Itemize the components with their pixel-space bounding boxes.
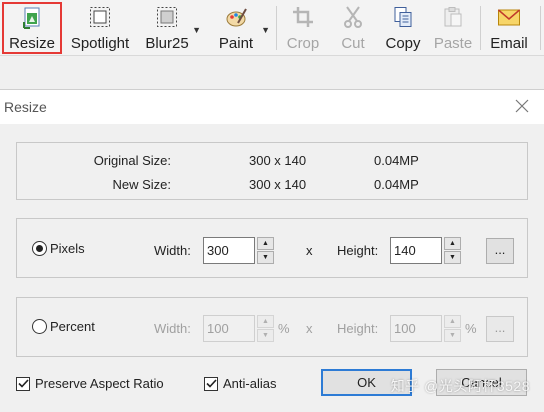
new-size-label: New Size: — [112, 177, 171, 192]
copy-icon — [391, 5, 415, 29]
toolbar-blur-button[interactable]: Blur25 ▼ — [143, 2, 201, 54]
spotlight-icon — [88, 5, 112, 29]
checkmark-icon[interactable] — [204, 376, 218, 391]
size-info-panel: Original Size: 300 x 140 0.04MP New Size… — [16, 142, 528, 200]
percent-width-label: Width: — [154, 321, 191, 336]
toolbar-label: Paint — [218, 35, 254, 52]
chevron-down-icon[interactable]: ▼ — [261, 25, 270, 35]
toolbar-spotlight-button[interactable]: Spotlight — [64, 2, 136, 54]
toolbar-email-button[interactable]: Email — [488, 2, 530, 54]
percent-width-stepper[interactable]: ▲ ▼ — [257, 315, 274, 342]
email-icon — [497, 5, 521, 29]
dialog-title: Resize — [4, 99, 47, 115]
pixels-width-stepper[interactable]: ▲ ▼ — [257, 237, 274, 264]
toolbar-label: Crop — [286, 35, 320, 52]
preserve-aspect-label: Preserve Aspect Ratio — [35, 376, 164, 391]
pixels-radio[interactable]: Pixels — [32, 241, 85, 256]
toolbar-copy-button[interactable]: Copy — [382, 2, 424, 54]
crop-icon — [291, 5, 315, 29]
resize-icon — [20, 7, 44, 29]
pixels-height-stepper[interactable]: ▲ ▼ — [444, 237, 461, 264]
percent-height-stepper[interactable]: ▲ ▼ — [444, 315, 461, 342]
paint-icon — [224, 5, 248, 29]
percent-height-label: Height: — [337, 321, 379, 336]
original-size-label: Original Size: — [93, 153, 171, 168]
chevron-down-icon[interactable]: ▼ — [192, 25, 201, 35]
radio-button[interactable] — [32, 241, 47, 256]
toolbar-label: Paste — [433, 35, 473, 52]
checkmark-icon[interactable] — [16, 376, 30, 391]
spin-down-icon[interactable]: ▼ — [444, 251, 461, 264]
pixels-times-sign: x — [306, 243, 313, 258]
preserve-aspect-checkbox[interactable]: Preserve Aspect Ratio — [16, 376, 164, 391]
toolbar-cut-button[interactable]: Cut — [337, 2, 369, 54]
close-icon[interactable] — [512, 96, 532, 116]
paste-icon — [441, 5, 465, 29]
toolbar-label: Email — [490, 35, 528, 52]
toolbar-crop-button[interactable]: Crop — [284, 2, 322, 54]
spin-down-icon[interactable]: ▼ — [257, 251, 274, 264]
pixels-width-input[interactable] — [203, 237, 255, 264]
percent-width-unit: % — [278, 321, 290, 336]
pixels-height-input[interactable] — [390, 237, 442, 264]
toolbar: Resize Spotlight Blur25 ▼ Paint ▼ Crop C… — [0, 0, 544, 56]
percent-radio[interactable]: Percent — [32, 319, 95, 334]
toolbar-divider — [276, 6, 277, 50]
pixels-more-button[interactable]: ... — [486, 238, 514, 264]
toolbar-paint-button[interactable]: Paint ▼ — [216, 2, 270, 54]
toolbar-label: Spotlight — [70, 35, 130, 52]
blur-icon — [155, 5, 179, 29]
pixels-height-label: Height: — [337, 243, 379, 258]
scissors-icon — [341, 5, 365, 29]
toolbar-label: Blur25 — [145, 35, 189, 52]
percent-height-unit: % — [465, 321, 477, 336]
toolbar-label: Copy — [385, 35, 421, 52]
original-size-dims: 300 x 140 — [249, 153, 307, 168]
percent-times-sign: x — [306, 321, 313, 336]
anti-alias-checkbox[interactable]: Anti-alias — [204, 376, 276, 391]
percent-height-input[interactable] — [390, 315, 442, 342]
toolbar-label: Resize — [9, 35, 55, 52]
spin-down-icon[interactable]: ▼ — [257, 329, 274, 342]
spin-up-icon[interactable]: ▲ — [257, 237, 274, 250]
percent-width-input[interactable] — [203, 315, 255, 342]
toolbar-divider — [540, 6, 541, 50]
pixels-width-label: Width: — [154, 243, 191, 258]
percent-more-button[interactable]: ... — [486, 316, 514, 342]
spin-up-icon[interactable]: ▲ — [257, 315, 274, 328]
toolbar-resize-button[interactable]: Resize — [2, 2, 62, 54]
new-size-dims: 300 x 140 — [249, 177, 307, 192]
resize-dialog: Resize Original Size: 300 x 140 0.04MP N… — [0, 89, 544, 412]
spin-up-icon[interactable]: ▲ — [444, 315, 461, 328]
spin-up-icon[interactable]: ▲ — [444, 237, 461, 250]
percent-radio-label: Percent — [50, 319, 95, 334]
dialog-titlebar: Resize — [0, 90, 544, 124]
original-size-mp: 0.04MP — [374, 153, 419, 168]
toolbar-divider — [480, 6, 481, 50]
percent-panel: Percent Width: ▲ ▼ % x Height: ▲ ▼ % ... — [16, 297, 528, 357]
radio-button[interactable] — [32, 319, 47, 334]
spin-down-icon[interactable]: ▼ — [444, 329, 461, 342]
toolbar-paste-button[interactable]: Paste — [432, 2, 474, 54]
new-size-mp: 0.04MP — [374, 177, 419, 192]
watermark: 知乎 @光头阿杯3528 — [390, 378, 530, 394]
toolbar-label: Cut — [341, 35, 365, 52]
pixels-radio-label: Pixels — [50, 241, 85, 256]
anti-alias-label: Anti-alias — [223, 376, 277, 391]
pixels-panel: Pixels Width: ▲ ▼ x Height: ▲ ▼ ... — [16, 218, 528, 278]
